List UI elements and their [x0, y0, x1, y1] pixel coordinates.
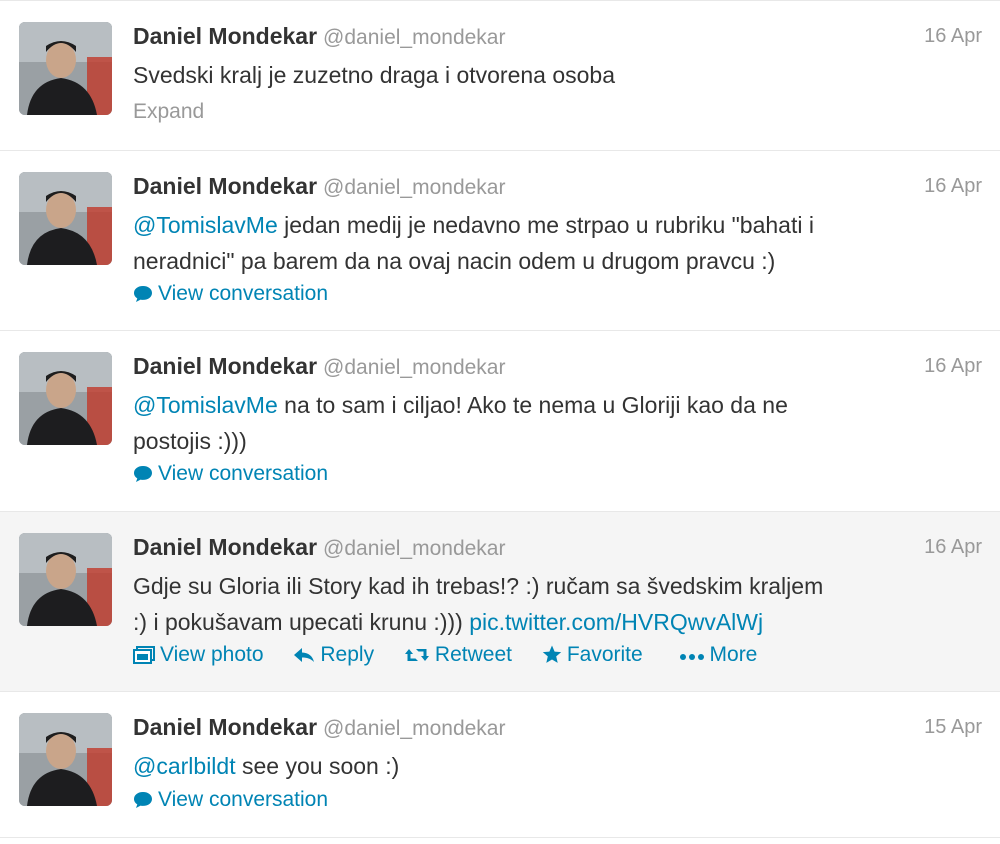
tweet-timestamp[interactable]: 16 Apr: [924, 536, 982, 559]
retweet-button[interactable]: Retweet: [404, 643, 512, 670]
more-label: More: [709, 643, 758, 666]
tweet-author-name[interactable]: Daniel Mondekar: [133, 23, 317, 49]
tweet[interactable]: Daniel Mondekar @daniel_mondekar 16 Apr @…: [0, 331, 1000, 512]
ellipsis-icon: [679, 646, 705, 670]
view-conversation-link[interactable]: View conversation: [133, 788, 328, 815]
mention-link[interactable]: @TomislavMe: [133, 212, 278, 238]
tweet-text-line: jedan medij je nedavno me strpao u rubri…: [277, 212, 814, 238]
more-button[interactable]: More: [679, 643, 758, 670]
star-icon: [542, 645, 562, 670]
tweet-actions: View photo Reply Retweet Favorite More: [133, 643, 781, 673]
tweet-header: Daniel Mondekar @daniel_mondekar 16 Apr: [133, 353, 982, 387]
avatar[interactable]: [19, 172, 112, 265]
tweet-author-handle[interactable]: @daniel_mondekar: [323, 537, 505, 560]
tweet-header: Daniel Mondekar @daniel_mondekar 15 Apr: [133, 714, 982, 748]
mention-link[interactable]: @TomislavMe: [133, 392, 278, 418]
tweet-text: @TomislavMe jedan medij je nedavno me st…: [133, 207, 963, 279]
tweet-timestamp[interactable]: 16 Apr: [924, 175, 982, 198]
reply-label: Reply: [320, 643, 375, 666]
tweet-author-handle[interactable]: @daniel_mondekar: [323, 176, 505, 199]
tweet-timestamp[interactable]: 16 Apr: [924, 355, 982, 378]
tweet-text: Svedski kralj je zuzetno draga i otvoren…: [133, 57, 963, 93]
tweet-timeline: Daniel Mondekar @daniel_mondekar 16 Apr S…: [0, 0, 1000, 844]
view-conversation-link[interactable]: View conversation: [133, 282, 328, 309]
speech-bubble-icon: [133, 465, 153, 489]
favorite-label: Favorite: [566, 643, 643, 666]
favorite-button[interactable]: Favorite: [542, 643, 643, 670]
tweet-timestamp[interactable]: 16 Apr: [924, 25, 982, 48]
avatar[interactable]: [19, 22, 112, 115]
tweet[interactable]: Daniel Mondekar @daniel_mondekar 16 Apr @…: [0, 151, 1000, 331]
avatar[interactable]: [19, 533, 112, 626]
view-conversation-label: View conversation: [158, 462, 329, 485]
tweet-text-content: Svedski kralj je zuzetno draga i otvoren…: [133, 62, 616, 88]
view-conversation-label: View conversation: [158, 788, 329, 811]
retweet-label: Retweet: [434, 643, 512, 666]
tweet-text: @TomislavMe na to sam i ciljao! Ako te n…: [133, 387, 963, 459]
tweet-author-name[interactable]: Daniel Mondekar: [133, 714, 317, 740]
tweet-author-name[interactable]: Daniel Mondekar: [133, 353, 317, 379]
photo-icon: [133, 646, 155, 670]
tweet-text-line: :) i pokušavam upecati krunu :))): [133, 609, 470, 635]
tweet-timestamp[interactable]: 15 Apr: [924, 716, 982, 739]
tweet-text: @carlbildt see you soon :): [133, 748, 963, 784]
tweet-text-line: Gdje su Gloria ili Story kad ih trebas!?…: [133, 573, 824, 599]
tweet-text-line: see you soon :): [235, 753, 400, 779]
tweet-actions: View conversation: [133, 462, 352, 492]
tweet-actions: View conversation: [133, 788, 352, 818]
reply-arrow-icon: [293, 646, 315, 670]
tweet[interactable]: Daniel Mondekar @daniel_mondekar 16 Apr G…: [0, 512, 1000, 692]
view-conversation-link[interactable]: View conversation: [133, 462, 328, 489]
tweet-author-handle[interactable]: @daniel_mondekar: [323, 26, 505, 49]
pic-link[interactable]: pic.twitter.com/HVRQwvAlWj: [469, 609, 763, 635]
speech-bubble-icon: [133, 285, 153, 309]
tweet-header: Daniel Mondekar @daniel_mondekar 16 Apr: [133, 173, 982, 207]
tweet-header: Daniel Mondekar @daniel_mondekar 16 Apr: [133, 534, 982, 568]
expand-link[interactable]: Expand: [133, 100, 204, 124]
view-conversation-label: View conversation: [158, 282, 329, 305]
tweet-author-handle[interactable]: @daniel_mondekar: [323, 356, 505, 379]
tweet[interactable]: Daniel Mondekar @daniel_mondekar 15 Apr @…: [0, 692, 1000, 838]
tweet-text-line: na to sam i ciljao! Ako te nema u Glorij…: [277, 392, 788, 418]
avatar[interactable]: [19, 352, 112, 445]
tweet-author-handle[interactable]: @daniel_mondekar: [323, 717, 505, 740]
tweet-actions: View conversation: [133, 282, 352, 312]
tweet-author-name[interactable]: Daniel Mondekar: [133, 534, 317, 560]
avatar[interactable]: [19, 713, 112, 806]
tweet-actions: Expand: [133, 100, 228, 130]
tweet-text-line: postojis :))): [133, 428, 247, 454]
retweet-icon: [404, 646, 430, 670]
tweet-text-line: neradnici" pa barem da na ovaj nacin ode…: [133, 248, 776, 274]
tweet-text: Gdje su Gloria ili Story kad ih trebas!?…: [133, 568, 963, 640]
tweet[interactable]: Daniel Mondekar @daniel_mondekar 16 Apr S…: [0, 1, 1000, 151]
mention-link[interactable]: @carlbildt: [133, 753, 236, 779]
reply-button[interactable]: Reply: [293, 643, 374, 670]
view-photo-label: View photo: [160, 643, 264, 666]
speech-bubble-icon: [133, 791, 153, 815]
tweet-header: Daniel Mondekar @daniel_mondekar 16 Apr: [133, 23, 982, 57]
tweet-author-name[interactable]: Daniel Mondekar: [133, 173, 317, 199]
view-photo-button[interactable]: View photo: [133, 643, 264, 670]
